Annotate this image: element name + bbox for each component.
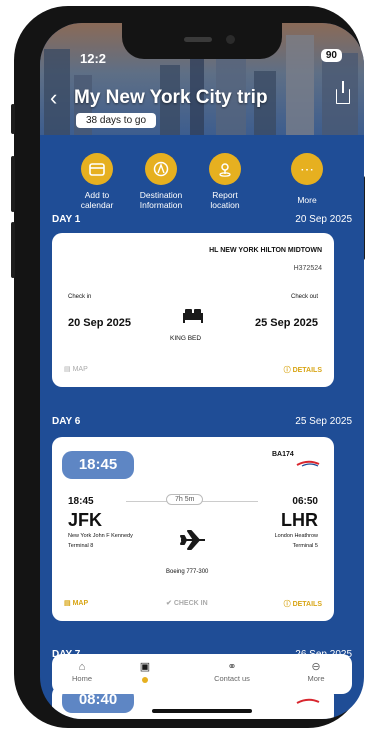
departure-time-pill: 18:45: [62, 451, 134, 479]
share-icon[interactable]: [336, 81, 350, 104]
status-time: 12:2: [80, 51, 107, 66]
speaker: [184, 37, 212, 42]
active-tab-indicator: [142, 677, 148, 683]
map-label: MAP: [72, 366, 88, 373]
tab-contact-us[interactable]: ⚭ Contact us: [202, 660, 262, 683]
hotel-name: HL NEW YORK HILTON MIDTOWN: [209, 247, 322, 254]
tab-home[interactable]: ⌂ Home: [52, 660, 112, 683]
day-label: DAY 6: [52, 416, 81, 427]
departure-terminal: Terminal 8: [68, 543, 94, 549]
action-label: location: [210, 200, 240, 210]
volume-down-button: [11, 222, 15, 278]
flight-duration: 7h 5m: [166, 494, 204, 505]
destination-information-button[interactable]: Destination Information: [128, 153, 194, 210]
flight-details-button[interactable]: ⓘ DETAILS: [284, 599, 322, 609]
hotel-reference: H372524: [293, 265, 322, 272]
day-date: 20 Sep 2025: [295, 214, 352, 225]
check-circle-icon: ✔: [166, 600, 174, 607]
airline-logo-icon: [296, 460, 320, 467]
map-label: MAP: [72, 600, 89, 607]
map-icon: ▤: [64, 600, 73, 607]
action-label: calendar: [80, 200, 114, 210]
flight-map-button[interactable]: ▤ MAP: [64, 599, 88, 607]
hotel-details-button[interactable]: ⓘ DETAILS: [284, 365, 322, 375]
day-date: 25 Sep 2025: [295, 416, 352, 427]
action-label: More: [297, 195, 317, 205]
home-indicator: [152, 709, 252, 713]
checkout-label: Check out: [290, 294, 318, 300]
luggage-icon: ▣: [139, 661, 151, 673]
hotel-card[interactable]: HL NEW YORK HILTON MIDTOWN H372524 Check…: [52, 233, 334, 387]
tab-label: Home: [71, 674, 92, 683]
mute-switch: [11, 104, 15, 134]
check-in-label: CHECK IN: [173, 600, 208, 607]
app-screen: 12:2 90 ‹ My New York City trip 38 days …: [40, 23, 364, 719]
more-dots-icon: ⋯: [291, 153, 323, 185]
more-circle-icon: ⊖: [311, 661, 321, 673]
more-actions-button[interactable]: ⋯ More: [274, 153, 340, 205]
battery-indicator: 90: [320, 49, 342, 62]
departure-airport-name: New York John F Kennedy: [68, 533, 133, 539]
bottom-tab-bar: ⌂ Home ▣ ⚭ Contact us ⊖ More: [52, 654, 352, 694]
add-to-calendar-button[interactable]: Add to calendar: [64, 153, 130, 210]
hotel-map-button[interactable]: ▤ MAP: [64, 365, 88, 373]
bed-icon: [183, 309, 203, 323]
checkin-label: Check in: [68, 294, 92, 300]
details-label: DETAILS: [292, 367, 322, 374]
checkout-date: 25 Sep 2025: [255, 317, 318, 329]
back-arrow-icon[interactable]: ‹: [50, 87, 57, 109]
arrival-airport-name: London Heathrow: [274, 533, 318, 539]
departure-time: 18:45: [68, 496, 94, 507]
info-icon: ⓘ: [283, 367, 293, 374]
headset-icon: ⚭: [227, 661, 237, 673]
countdown-badge: 38 days to go: [76, 113, 157, 128]
details-label: DETAILS: [292, 601, 322, 608]
day-label: DAY 1: [52, 214, 81, 225]
tab-label: Contact us: [214, 674, 250, 683]
room-type: KING BED: [170, 335, 202, 342]
notch: [122, 23, 282, 59]
home-icon: ⌂: [78, 661, 86, 673]
destination-icon: [145, 153, 177, 185]
volume-up-button: [11, 156, 15, 212]
checkin-date: 20 Sep 2025: [68, 317, 131, 329]
location-pin-icon: [209, 153, 241, 185]
tab-label: More: [307, 674, 325, 683]
camera: [226, 35, 235, 44]
phone-frame: 12:2 90 ‹ My New York City trip 38 days …: [11, 6, 365, 728]
airline-logo-icon: [296, 698, 320, 704]
action-label: Report: [212, 190, 238, 200]
aircraft-type: Boeing 777-300: [166, 569, 209, 575]
page-title: My New York City trip: [74, 87, 268, 108]
map-icon: ▤: [64, 366, 73, 373]
tab-more[interactable]: ⊖ More: [286, 660, 346, 683]
action-label: Add to: [84, 190, 110, 200]
calendar-icon: [81, 153, 113, 185]
check-in-button[interactable]: ✔ CHECK IN: [166, 599, 208, 607]
action-label: Information: [139, 200, 183, 210]
info-icon: ⓘ: [283, 601, 293, 608]
flight-number: BA174: [272, 451, 294, 458]
airplane-icon: [180, 530, 205, 550]
tab-trips[interactable]: ▣: [115, 660, 175, 683]
report-location-button[interactable]: Report location: [192, 153, 258, 210]
arrival-terminal: Terminal 5: [292, 543, 318, 549]
action-label: Destination: [139, 190, 183, 200]
arrival-airport-code: LHR: [281, 510, 318, 530]
arrival-time: 06:50: [292, 496, 318, 507]
departure-airport-code: JFK: [68, 510, 103, 530]
